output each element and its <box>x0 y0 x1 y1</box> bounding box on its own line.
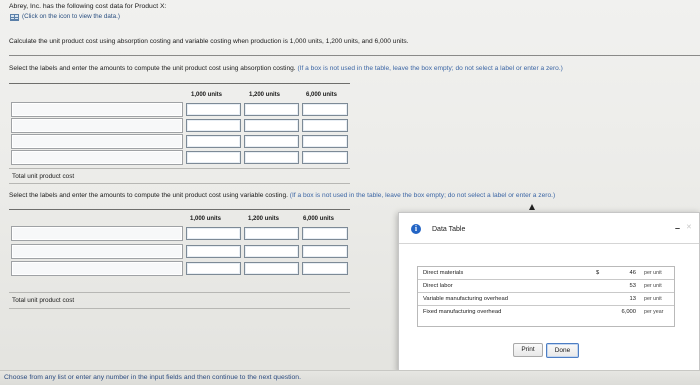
divider <box>9 55 700 56</box>
abs-label-select-3[interactable] <box>11 134 183 149</box>
mouse-cursor <box>529 204 535 210</box>
row-unit: per unit <box>644 283 662 289</box>
abs-input-4-1000[interactable] <box>186 151 241 164</box>
abs-input-2-1200[interactable] <box>244 119 299 132</box>
absorption-instruction: Select the labels and enter the amounts … <box>9 65 563 72</box>
variable-table-top <box>9 209 350 210</box>
var-label-select-3[interactable] <box>11 261 183 276</box>
abs-total-label: Total unit product cost <box>12 173 75 180</box>
var-input-2-6000[interactable] <box>302 245 348 258</box>
abs-col-header-6000: 6,000 units <box>306 92 338 98</box>
var-input-3-1000[interactable] <box>186 262 241 275</box>
abs-input-3-1200[interactable] <box>244 135 299 148</box>
row-value: 13 <box>629 296 636 302</box>
var-input-3-6000[interactable] <box>302 262 348 275</box>
table-row: Fixed manufacturing overhead 6,000 per y… <box>418 306 674 319</box>
abs-col-header-1200: 1,200 units <box>249 92 281 98</box>
abs-col-header-1000: 1,000 units <box>191 92 223 98</box>
abs-input-4-6000[interactable] <box>302 151 348 164</box>
data-table-icon[interactable] <box>10 14 19 21</box>
row-unit: per unit <box>644 296 662 302</box>
var-total-rule <box>9 292 350 293</box>
abs-input-1-1200[interactable] <box>244 103 299 116</box>
popup-header-rule <box>399 243 699 244</box>
row-value: 53 <box>629 283 636 289</box>
row-unit: per unit <box>644 270 662 276</box>
view-data-link[interactable]: (Click on the icon to view the data.) <box>22 13 120 20</box>
row-currency: $ <box>596 270 600 276</box>
abs-label-select-2[interactable] <box>11 118 183 133</box>
var-label-select-2[interactable] <box>11 244 183 259</box>
row-label: Direct labor <box>423 283 453 289</box>
table-row: Direct materials $ 46 per unit <box>418 267 674 280</box>
abs-input-2-6000[interactable] <box>302 119 348 132</box>
popup-title: Data Table <box>432 226 466 233</box>
abs-input-2-1000[interactable] <box>186 119 241 132</box>
var-input-2-1200[interactable] <box>244 245 299 258</box>
abs-input-3-6000[interactable] <box>302 135 348 148</box>
var-total-label: Total unit product cost <box>12 297 75 304</box>
info-icon: i <box>411 224 421 234</box>
footer-instruction: Choose from any list or enter any number… <box>4 374 301 381</box>
var-input-2-1000[interactable] <box>186 245 241 258</box>
var-input-1-1000[interactable] <box>186 227 241 240</box>
abs-total-rule <box>9 168 350 169</box>
cost-data-table: Direct materials $ 46 per unit Direct la… <box>417 266 675 327</box>
table-row: Direct labor 53 per unit <box>418 280 674 293</box>
absorption-table-top <box>9 83 350 84</box>
calculation-instruction: Calculate the unit product cost using ab… <box>9 38 409 45</box>
close-icon[interactable]: ✕ <box>686 224 692 231</box>
variable-note: (If a box is not used in the table, leav… <box>289 192 556 199</box>
print-button[interactable]: Print <box>513 343 543 357</box>
var-input-1-6000[interactable] <box>302 227 348 240</box>
var-input-3-1200[interactable] <box>244 262 299 275</box>
abs-input-1-1000[interactable] <box>186 103 241 116</box>
minimize-button[interactable]: – <box>675 224 680 233</box>
var-col-header-1200: 1,200 units <box>248 216 280 222</box>
var-col-header-1000: 1,000 units <box>190 216 222 222</box>
problem-intro: Abrey, Inc. has the following cost data … <box>9 3 167 10</box>
row-value: 6,000 <box>621 309 636 315</box>
abs-input-4-1200[interactable] <box>244 151 299 164</box>
abs-label-select-4[interactable] <box>11 150 183 165</box>
data-table-popup: i Data Table – ✕ Direct materials $ 46 p… <box>398 212 700 372</box>
abs-input-3-1000[interactable] <box>186 135 241 148</box>
row-label: Direct materials <box>423 270 464 276</box>
row-value: 46 <box>629 270 636 276</box>
var-label-select-1[interactable] <box>11 226 183 241</box>
abs-input-1-6000[interactable] <box>302 103 348 116</box>
var-input-1-1200[interactable] <box>244 227 299 240</box>
abs-label-select-1[interactable] <box>11 102 183 117</box>
table-row: Variable manufacturing overhead 13 per u… <box>418 293 674 306</box>
var-col-header-6000: 6,000 units <box>303 216 335 222</box>
variable-instruction: Select the labels and enter the amounts … <box>9 192 556 199</box>
row-label: Fixed manufacturing overhead <box>423 309 502 315</box>
row-unit: per year <box>644 309 664 315</box>
abs-bottom-rule <box>9 183 350 184</box>
absorption-note: (If a box is not used in the table, leav… <box>297 65 563 72</box>
row-label: Variable manufacturing overhead <box>423 296 508 302</box>
done-button[interactable]: Done <box>546 343 579 358</box>
var-bottom-rule <box>9 308 350 309</box>
